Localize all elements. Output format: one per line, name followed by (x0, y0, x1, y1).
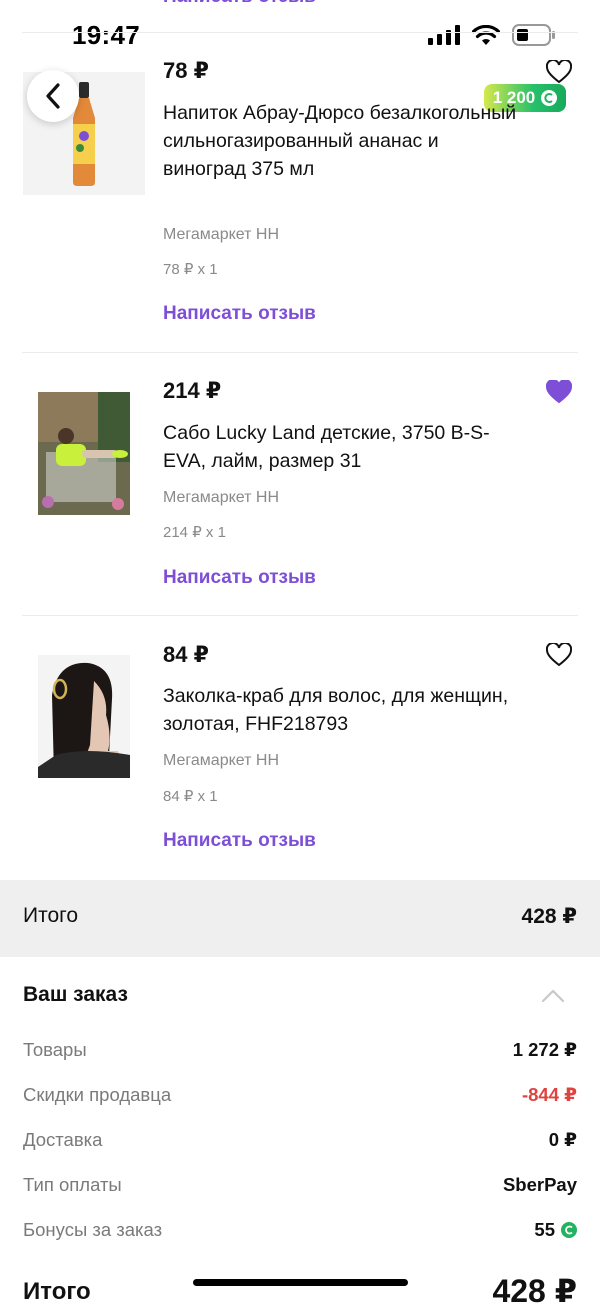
order-row-label: Доставка (23, 1129, 103, 1150)
review-link-partial[interactable]: Написать отзыв (163, 0, 316, 8)
order-row-label: Товары (23, 1039, 87, 1060)
write-review-link[interactable]: Написать отзыв (163, 303, 316, 325)
order-summary-title: Ваш заказ (23, 983, 128, 1006)
order-row-label: Тип оплаты (23, 1174, 122, 1195)
cellular-signal-icon (428, 25, 460, 45)
bonus-value: 55 (534, 1219, 577, 1241)
product-title[interactable]: Сабо Lucky Land детские, 3750 B-S-EVA, л… (163, 419, 523, 475)
wifi-icon (472, 24, 500, 45)
price-quantity: 78 ₽ x 1 (163, 261, 218, 278)
write-review-link[interactable]: Написать отзыв (163, 567, 316, 589)
divider (22, 32, 578, 33)
chevron-left-icon (46, 83, 60, 109)
total-value: 428 ₽ (521, 905, 577, 928)
seller-name: Мегамаркет НН (163, 489, 280, 506)
product-price: 84 ₽ (163, 642, 209, 667)
status-icons (428, 24, 556, 46)
total-label: Итого (23, 904, 79, 927)
favorite-heart-icon[interactable] (546, 643, 572, 667)
total-band (0, 880, 600, 957)
favorite-heart-filled-icon[interactable] (546, 380, 572, 404)
product-title[interactable]: Напиток Абрау-Дюрсо безалкогольный сильн… (163, 99, 523, 183)
home-indicator (193, 1279, 408, 1286)
order-row-label: Бонусы за заказ (23, 1219, 163, 1240)
product-title[interactable]: Заколка-краб для волос, для женщин, золо… (163, 682, 523, 738)
seller-name: Мегамаркет НН (163, 226, 280, 243)
price-quantity: 214 ₽ x 1 (163, 524, 226, 541)
back-button[interactable] (27, 70, 79, 122)
product-price: 214 ₽ (163, 378, 222, 403)
price-quantity: 84 ₽ x 1 (163, 788, 218, 805)
battery-icon (512, 24, 555, 46)
bonus-count: 55 (534, 1219, 555, 1240)
product-image[interactable] (38, 655, 130, 778)
seller-name: Мегамаркет НН (163, 752, 280, 769)
order-row-value: 0 ₽ (548, 1129, 577, 1150)
hair-clip-photo (38, 655, 130, 778)
status-time: 19:47 (72, 20, 140, 50)
divider (22, 615, 578, 616)
favorite-heart-icon[interactable] (546, 60, 572, 84)
bottom-total-label: Итого (23, 1278, 91, 1305)
bonus-coin-icon (561, 1222, 577, 1238)
chevron-up-icon[interactable] (541, 987, 565, 1003)
product-price: 78 ₽ (163, 58, 209, 83)
product-image[interactable] (38, 392, 130, 515)
order-row-value-discount: -844 ₽ (521, 1084, 577, 1105)
bottom-total-value: 428 ₽ (492, 1273, 577, 1309)
clogs-photo (38, 392, 130, 515)
write-review-link[interactable]: Написать отзыв (163, 830, 316, 852)
order-row-label: Скидки продавца (23, 1084, 172, 1105)
order-row-value: 1 272 ₽ (512, 1039, 577, 1060)
payment-method-value: SberPay (502, 1174, 577, 1195)
divider (22, 352, 578, 353)
bonus-coin-icon (541, 90, 558, 106)
